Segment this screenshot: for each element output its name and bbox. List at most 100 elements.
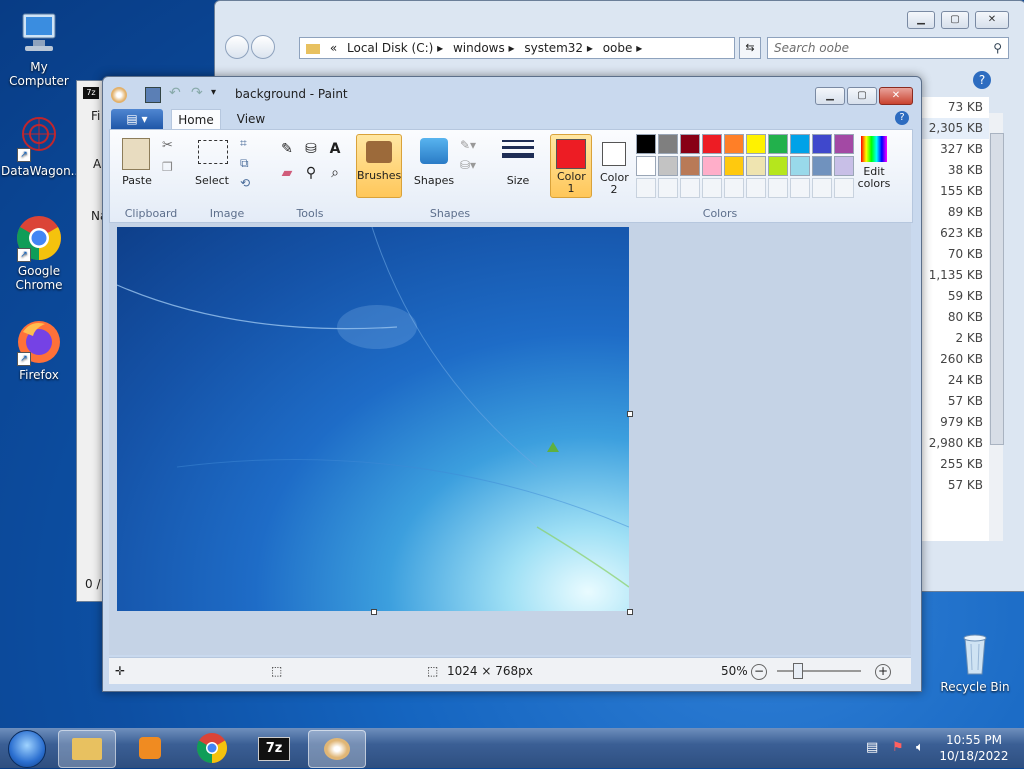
paste-icon[interactable] [122, 138, 150, 170]
text-icon[interactable]: A [324, 138, 346, 160]
custom-color-slot[interactable] [746, 178, 766, 198]
paste-button[interactable]: Paste [118, 174, 156, 187]
resize-handle-bottom[interactable] [371, 609, 377, 615]
minimize-button[interactable]: ▁ [907, 11, 935, 29]
canvas-image[interactable] [117, 227, 629, 611]
tab-view[interactable]: View [229, 109, 273, 129]
eraser-icon[interactable]: ▰ [276, 162, 298, 184]
shapes-icon[interactable] [420, 138, 448, 164]
palette-swatch[interactable] [812, 156, 832, 176]
copy-icon[interactable]: ❐ [162, 160, 173, 174]
custom-color-slot[interactable] [658, 178, 678, 198]
refresh-icon[interactable]: ⇆ [739, 37, 761, 59]
address-field[interactable]: « Local Disk (C:) ▸ windows ▸ system32 ▸… [299, 37, 735, 59]
palette-swatch[interactable] [724, 134, 744, 154]
maximize-button[interactable]: ▢ [941, 11, 969, 29]
undo-icon[interactable]: ↶ [169, 85, 181, 101]
taskbar-paint-button[interactable] [308, 730, 366, 768]
palette-swatch[interactable] [680, 134, 700, 154]
tray-network-icon[interactable]: ▤ [866, 740, 878, 755]
edit-colors-button[interactable]: Edit colors [854, 136, 894, 196]
palette-swatch[interactable] [702, 134, 722, 154]
taskbar-7zip-button[interactable]: 7z [246, 730, 302, 766]
palette-swatch[interactable] [768, 156, 788, 176]
palette-swatch[interactable] [768, 134, 788, 154]
pencil-icon[interactable]: ✎ [276, 138, 298, 160]
breadcrumb-item[interactable]: oobe [603, 41, 633, 55]
breadcrumb-item[interactable]: Local Disk (C:) [347, 41, 433, 55]
custom-color-slot[interactable] [768, 178, 788, 198]
color-picker-icon[interactable]: ⚲ [300, 162, 322, 184]
select-icon[interactable] [198, 140, 228, 164]
crop-icon[interactable]: ⌗ [240, 136, 247, 151]
select-button[interactable]: Select [192, 174, 232, 187]
custom-color-slot[interactable] [724, 178, 744, 198]
search-input[interactable]: Search oobe ⚲ [767, 37, 1009, 59]
shapes-button[interactable]: Shapes [412, 174, 456, 187]
cut-icon[interactable]: ✂ [162, 138, 173, 153]
sevenzip-add-button[interactable]: A [93, 157, 101, 171]
breadcrumb-item[interactable]: system32 [524, 41, 583, 55]
custom-color-slot[interactable] [834, 178, 854, 198]
rotate-icon[interactable]: ⟲ [240, 176, 250, 190]
fill-icon[interactable]: ⛁ [300, 138, 322, 160]
palette-swatch[interactable] [658, 134, 678, 154]
palette-swatch[interactable] [790, 156, 810, 176]
sevenzip-menu-file[interactable]: Fi [91, 109, 100, 123]
desktop-icon-my-computer[interactable]: My Computer [1, 10, 77, 88]
tray-action-center-icon[interactable]: ⚑ [892, 740, 904, 755]
outline-icon[interactable]: ✎▾ [460, 138, 476, 152]
palette-swatch[interactable] [746, 156, 766, 176]
palette-swatch[interactable] [834, 156, 854, 176]
magnifier-icon[interactable]: ⌕ [324, 162, 346, 184]
quick-access-dropdown-icon[interactable]: ▾ [211, 87, 216, 98]
desktop-icon-recycle-bin[interactable]: Recycle Bin [937, 630, 1013, 694]
palette-swatch[interactable] [790, 134, 810, 154]
desktop-icon-firefox[interactable]: ↗ Firefox [1, 318, 77, 382]
resize-icon[interactable]: ⧉ [240, 156, 249, 171]
redo-icon[interactable]: ↷ [191, 85, 203, 101]
brushes-button[interactable]: Brushes [356, 134, 402, 198]
scrollbar-thumb[interactable] [990, 133, 1004, 445]
palette-swatch[interactable] [680, 156, 700, 176]
color2-button[interactable]: Color 2 [594, 134, 634, 196]
palette-swatch[interactable] [702, 156, 722, 176]
zoom-in-button[interactable]: + [875, 664, 891, 680]
close-button[interactable]: ✕ [975, 11, 1009, 29]
palette-swatch[interactable] [724, 156, 744, 176]
tab-home[interactable]: Home [171, 109, 221, 130]
minimize-button[interactable]: ▁ [815, 87, 845, 105]
resize-handle-right[interactable] [627, 411, 633, 417]
taskbar-media-player-button[interactable] [122, 730, 178, 766]
custom-color-slot[interactable] [702, 178, 722, 198]
taskbar-explorer-button[interactable] [58, 730, 116, 768]
vertical-scrollbar[interactable] [989, 113, 1004, 541]
tray-volume-icon[interactable]: 🔈︎ [916, 740, 924, 755]
paint-menu-button[interactable]: ▤ ▾ [111, 109, 163, 129]
fill-shape-icon[interactable]: ⛁▾ [460, 158, 476, 172]
palette-swatch[interactable] [636, 134, 656, 154]
palette-swatch[interactable] [746, 134, 766, 154]
back-button[interactable] [225, 35, 249, 59]
resize-handle-corner[interactable] [627, 609, 633, 615]
help-icon[interactable]: ? [895, 111, 909, 125]
help-icon[interactable]: ? [973, 71, 991, 89]
palette-swatch[interactable] [812, 134, 832, 154]
maximize-button[interactable]: ▢ [847, 87, 877, 105]
paint-window[interactable]: ↶ ↷ ▾ background - Paint ▁ ▢ ✕ ▤ ▾ Home … [102, 76, 922, 692]
save-icon[interactable] [145, 87, 161, 103]
custom-color-slot[interactable] [636, 178, 656, 198]
close-button[interactable]: ✕ [879, 87, 913, 105]
zoom-out-button[interactable]: − [751, 664, 767, 680]
color1-button[interactable]: Color 1 [550, 134, 592, 198]
custom-color-slot[interactable] [680, 178, 700, 198]
zoom-slider-thumb[interactable] [793, 663, 803, 679]
start-button[interactable] [8, 730, 46, 768]
forward-button[interactable] [251, 35, 275, 59]
custom-color-slot[interactable] [790, 178, 810, 198]
palette-swatch[interactable] [658, 156, 678, 176]
breadcrumb-item[interactable]: windows [453, 41, 505, 55]
clock[interactable]: 10:55 PM 10/18/2022 [938, 732, 1010, 764]
zoom-slider-track[interactable] [777, 670, 861, 672]
taskbar-chrome-button[interactable] [184, 730, 240, 766]
